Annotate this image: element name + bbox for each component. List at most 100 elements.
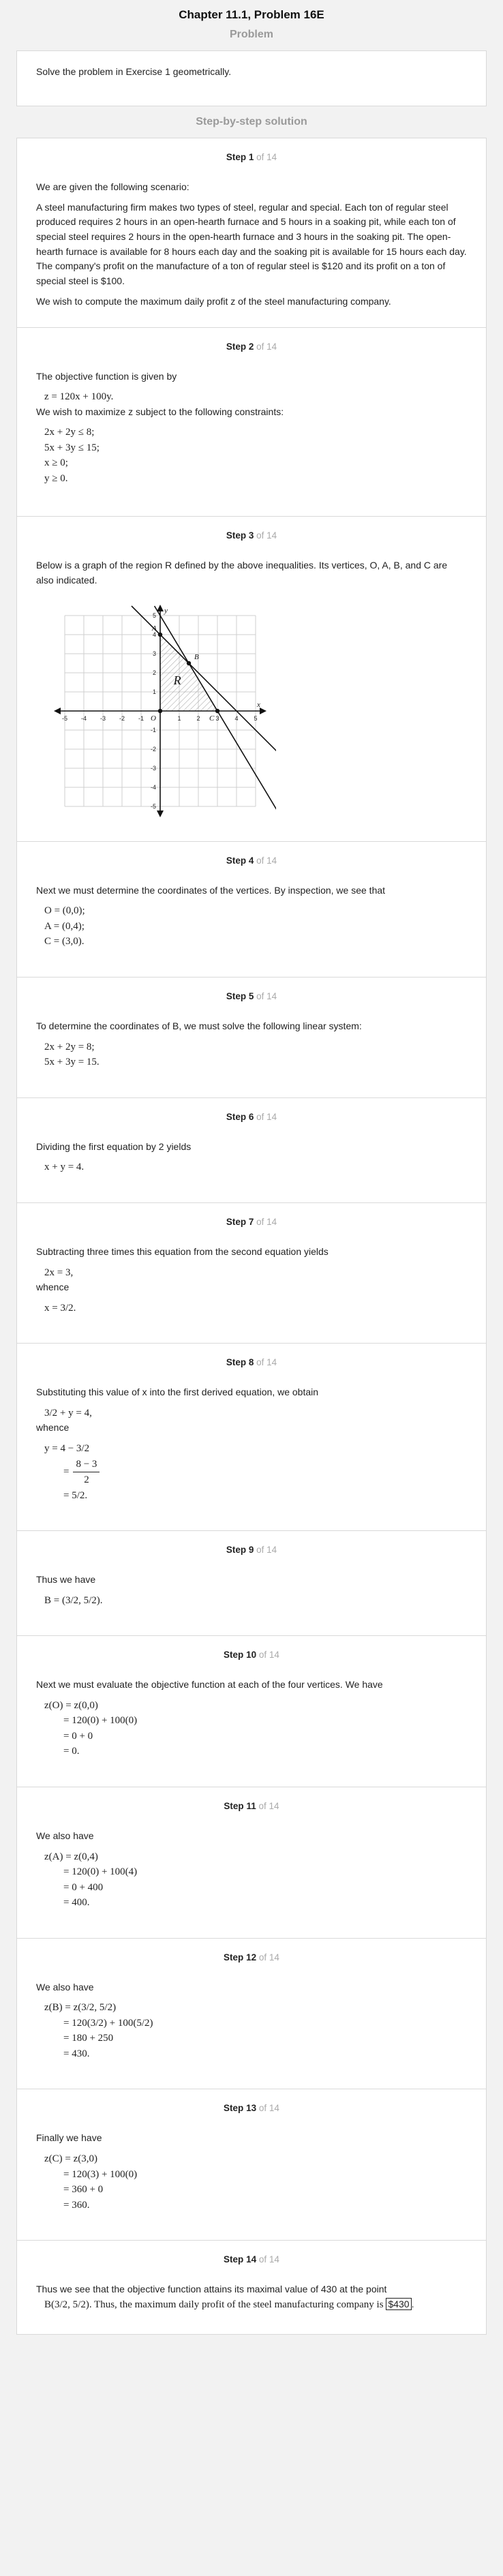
x-tick-label: 4 xyxy=(234,715,238,722)
math-block: y = 4 − 3/2 = 8 − 3 2 = 5/2. xyxy=(36,1441,467,1503)
problem-section-title: Problem xyxy=(229,29,273,40)
math-block: z(C) = z(3,0) = 120(3) + 100(0) = 360 + … xyxy=(44,2153,138,2211)
y-tick-label: -4 xyxy=(151,784,156,791)
region-label: R xyxy=(173,673,181,687)
step-1: Step 1 of 14 We are given the following … xyxy=(16,138,487,328)
x-tick-label: -3 xyxy=(100,715,106,722)
step-header: Step 3 of 14 xyxy=(226,530,277,541)
math-block: 2x + 2y = 8; 5x + 3y = 15. xyxy=(44,1041,100,1068)
y-tick-label: -2 xyxy=(151,746,156,753)
vertex-point xyxy=(157,632,163,637)
vertex-label: O xyxy=(151,714,156,723)
step-header: Step 13 of 14 xyxy=(224,2103,279,2114)
problem-text: Solve the problem in Exercise 1 geometri… xyxy=(36,66,232,77)
vertex-label: A xyxy=(151,624,157,633)
step-text: whence xyxy=(36,1422,70,1434)
x-tick-label: 5 xyxy=(254,715,257,722)
math-block: z(A) = z(0,4) = 120(0) + 100(4) = 0 + 40… xyxy=(44,1851,138,1909)
vertex-point xyxy=(157,708,163,713)
step-text: Thus we see that the objective function … xyxy=(36,2284,414,2310)
graph-svg: -5 -4 -3 -2 -1 1 2 3 4 554321-1-2-3-4-5xyOABCR xyxy=(54,604,342,817)
step-7: Step 7 of 14 Subtracting three times thi… xyxy=(16,1202,487,1344)
step-text: Substituting this value of x into the fi… xyxy=(36,1387,319,1398)
step-header: Step 5 of 14 xyxy=(226,990,277,1001)
math-block: O = (0,0); A = (0,4); C = (3,0). xyxy=(44,905,85,948)
math-block: B = (3/2, 5/2). xyxy=(44,1594,103,1606)
step-text: We are given the following scenario: xyxy=(36,181,189,192)
step-2: Step 2 of 14 The objective function is g… xyxy=(16,327,487,517)
x-tick-label: -5 xyxy=(62,715,67,722)
step-header: Step 14 of 14 xyxy=(224,2254,279,2264)
y-tick-label: 3 xyxy=(153,650,156,657)
step-text: We wish to compute the maximum daily pro… xyxy=(36,295,391,307)
step-14: Step 14 of 14 Thus we see that the objec… xyxy=(16,2241,487,2335)
step-header: Step 1 of 14 xyxy=(226,152,277,162)
y-tick-label: -3 xyxy=(151,765,156,772)
step-11: Step 11 of 14 We also have z(A) = z(0,4)… xyxy=(16,1787,487,1939)
step-text: Thus we have xyxy=(36,1574,96,1586)
y-axis-label: y xyxy=(164,607,168,615)
math-block: z(B) = z(3/2, 5/2) = 120(3/2) + 100(5/2)… xyxy=(44,2002,153,2059)
y-axis-arrow xyxy=(157,810,164,817)
step-13: Step 13 of 14 Finally we have z(C) = z(3… xyxy=(16,2089,487,2241)
step-text: Next we must evaluate the objective func… xyxy=(36,1679,383,1691)
x-tick-label: 2 xyxy=(196,715,200,722)
x-tick-label: -2 xyxy=(119,715,125,722)
vertex-point xyxy=(186,661,192,665)
y-axis-arrow xyxy=(157,604,164,611)
y-tick-label: -5 xyxy=(151,803,156,810)
final-answer: $430 xyxy=(386,2297,412,2310)
step-3: Step 3 of 14 Below is a graph of the reg… xyxy=(16,517,487,842)
math-block: x = 3/2. xyxy=(44,1302,76,1314)
step-header: Step 10 of 14 xyxy=(224,1650,279,1661)
step-8: Step 8 of 14 Substituting this value of … xyxy=(16,1344,487,1532)
page-title: Chapter 11.1, Problem 16E xyxy=(179,8,324,21)
vertex-label: C xyxy=(209,714,215,723)
step-header: Step 8 of 14 xyxy=(226,1357,277,1368)
y-tick-label: 1 xyxy=(153,688,156,695)
feasible-region-graph: -5 -4 -3 -2 -1 1 2 3 4 5 5 4 3 2 1 -1 -2 -3 -4 -5 x y O A B C R xyxy=(36,595,467,829)
step-12: Step 12 of 14 We also have z(B) = z(3/2,… xyxy=(16,1938,487,2090)
solution-section-title: Step-by-step solution xyxy=(196,116,307,127)
step-6: Step 6 of 14 Dividing the first equation… xyxy=(16,1097,487,1203)
step-4: Step 4 of 14 Next we must determine the … xyxy=(16,841,487,978)
step-text: Dividing the first equation by 2 yields xyxy=(36,1140,192,1152)
x-tick-label: 1 xyxy=(177,715,181,722)
step-5: Step 5 of 14 To determine the coordinate… xyxy=(16,977,487,1098)
y-tick-label: 2 xyxy=(153,669,156,676)
step-text: We also have xyxy=(36,1981,94,1992)
step-text: To determine the coordinates of B, we mu… xyxy=(36,1020,362,1031)
step-text: We wish to maximize z subject to the fol… xyxy=(36,406,284,417)
y-tick-label: -1 xyxy=(151,727,156,733)
x-axis-label: x xyxy=(256,701,260,709)
x-tick-label: -4 xyxy=(81,715,87,722)
step-text: Below is a graph of the region R defined… xyxy=(36,560,448,586)
step-header: Step 6 of 14 xyxy=(226,1111,277,1122)
step-text: whence xyxy=(36,1282,70,1292)
step-text: The objective function is given by xyxy=(36,370,177,382)
step-text: We also have xyxy=(36,1830,94,1841)
step-header: Step 11 of 14 xyxy=(224,1800,279,1811)
x-tick-label: 3 xyxy=(215,715,219,722)
math-block: z = 120x + 100y. xyxy=(44,391,114,403)
step-header: Step 9 of 14 xyxy=(226,1545,277,1556)
x-tick-label: -1 xyxy=(138,715,144,722)
step-header: Step 7 of 14 xyxy=(226,1216,277,1227)
constraints-block: 2x + 2y ≤ 8; 5x + 3y ≤ 15; x ≥ 0; y ≥ 0. xyxy=(44,427,100,484)
vertex-point xyxy=(215,708,220,713)
steps-list: Step 1 of 14 We are given the following … xyxy=(16,138,487,2335)
math-block: 2x = 3, xyxy=(44,1267,74,1278)
page: Chapter 11.1, Problem 16E Problem Solve … xyxy=(16,0,487,2344)
step-text: Next we must determine the coordinates o… xyxy=(36,884,386,896)
step-header: Step 12 of 14 xyxy=(224,1952,279,1963)
step-text: Subtracting three times this equation fr… xyxy=(36,1245,329,1257)
problem-card: Solve the problem in Exercise 1 geometri… xyxy=(16,50,487,106)
step-text: Finally we have xyxy=(36,2132,102,2144)
step-header: Step 4 of 14 xyxy=(226,855,277,866)
math-block: x + y = 4. xyxy=(44,1162,85,1173)
step-10: Step 10 of 14 Next we must evaluate the … xyxy=(16,1636,487,1787)
vertex-label: B xyxy=(194,653,199,661)
step-header: Step 2 of 14 xyxy=(226,341,277,352)
math-block: z(O) = z(0,0) = 120(0) + 100(0) = 0 + 0 … xyxy=(44,1699,138,1757)
math-block: 3/2 + y = 4, xyxy=(44,1407,92,1419)
